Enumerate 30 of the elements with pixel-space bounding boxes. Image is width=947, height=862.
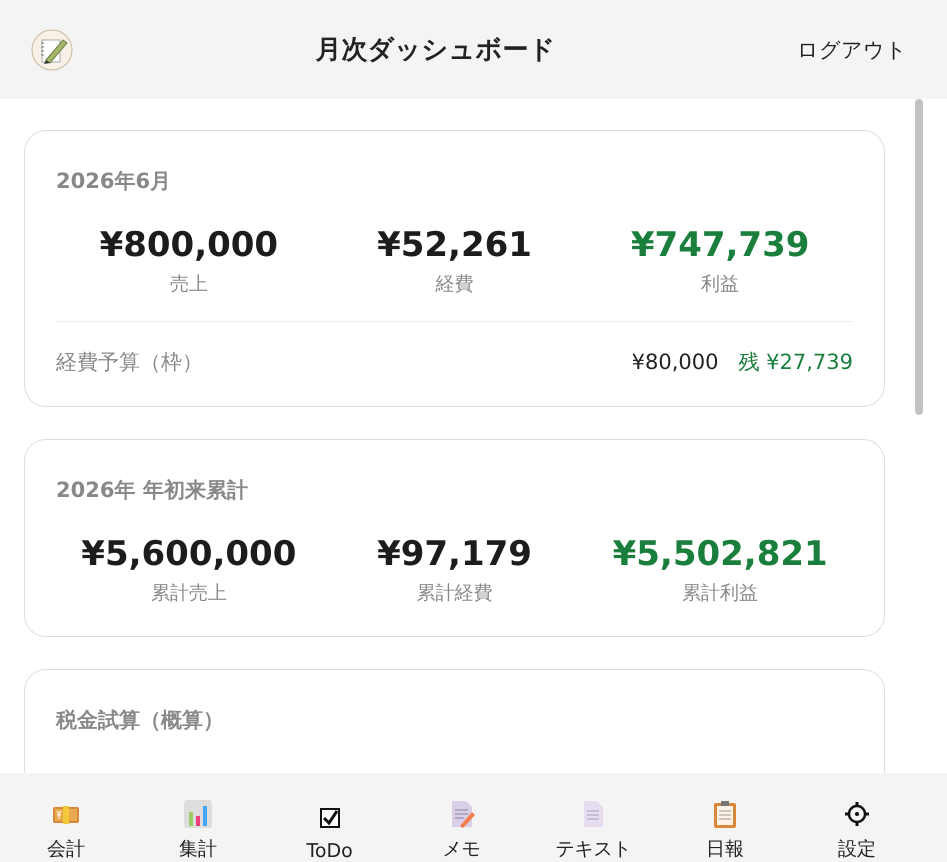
notepad-pencil-icon xyxy=(30,28,74,72)
metric-label: 累計売上 xyxy=(150,581,227,606)
nav-tab[interactable]: テキスト xyxy=(527,773,660,862)
remaining-amount: 残 ¥27,739 xyxy=(738,349,853,376)
budget-label: 経費予算（枠） xyxy=(56,349,204,376)
nav-tab[interactable]: 日報 xyxy=(659,773,792,862)
amount-value: ¥52,261 xyxy=(377,225,532,265)
metric-label: 利益 xyxy=(701,272,740,297)
nav-tab[interactable]: メモ xyxy=(396,773,528,862)
metric-label: 累計利益 xyxy=(682,581,758,606)
metric-label: 売上 xyxy=(170,272,208,297)
bar-chart-icon xyxy=(182,798,214,830)
card-title: 2026年 年初来累計 xyxy=(56,477,249,504)
budget-amount: ¥80,000 xyxy=(632,350,718,374)
amount-value: ¥5,600,000 xyxy=(81,534,296,574)
metric-label: 累計経費 xyxy=(416,581,492,606)
amount-value: ¥747,739 xyxy=(630,225,810,265)
amount-value: ¥800,000 xyxy=(100,225,278,265)
nav-tab[interactable]: 会計 xyxy=(0,773,132,862)
card-title: 2026年6月 xyxy=(56,168,172,195)
metric-label: 経費 xyxy=(435,272,474,297)
nav-tab[interactable]: ToDo xyxy=(264,773,396,862)
amount-value: ¥5,502,821 xyxy=(612,534,828,574)
card-title: 税金試算（概算） xyxy=(56,707,225,734)
logout-button[interactable]: ログアウト xyxy=(797,32,907,68)
amount-value: ¥97,179 xyxy=(377,534,532,574)
page-title: 月次ダッシュボード xyxy=(314,34,556,67)
nav-tab[interactable]: 設定 xyxy=(791,773,924,862)
scrollbar-thumb[interactable] xyxy=(915,99,923,415)
nav-tab[interactable]: 集計 xyxy=(132,773,264,862)
